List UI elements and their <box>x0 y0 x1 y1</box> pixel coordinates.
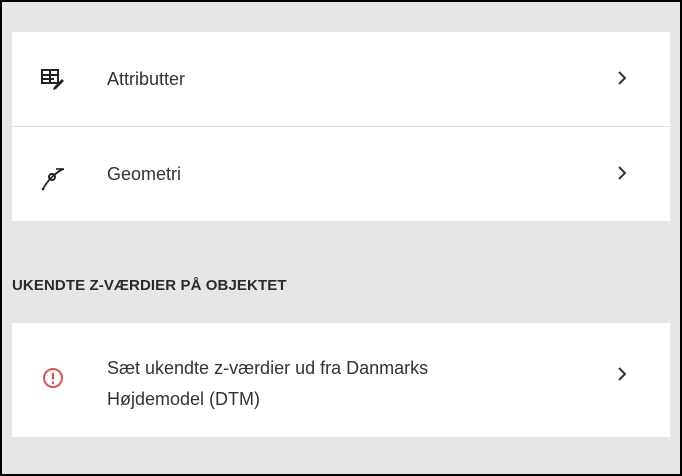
section-heading: UKENDTE Z-VÆRDIER PÅ OBJEKTET <box>12 277 287 294</box>
info-circle-icon <box>42 367 64 389</box>
menu-item-label: Attributter <box>107 69 186 89</box>
action-label-line-2: Højdemodel (DTM) <box>107 389 261 409</box>
table-edit-icon <box>40 67 66 93</box>
curve-edit-icon <box>40 165 66 191</box>
menu-item-label: Geometri <box>107 164 182 184</box>
edit-object-panel: Attributter Geometri UKENDTE Z-VÆRDIER P… <box>0 0 682 476</box>
chevron-right-icon <box>615 70 629 86</box>
menu-item-geometri[interactable]: Geometri <box>12 127 670 221</box>
object-menu-card: Attributter Geometri <box>12 32 670 221</box>
action-label: Sæt ukendte z-værdier ud fra Danmarks Hø… <box>107 353 587 415</box>
action-label-line-1: Sæt ukendte z-værdier ud fra Danmarks <box>107 358 429 378</box>
unknown-z-card: Sæt ukendte z-værdier ud fra Danmarks Hø… <box>12 323 670 437</box>
chevron-right-icon <box>615 366 629 382</box>
set-z-from-dtm-button[interactable]: Sæt ukendte z-værdier ud fra Danmarks Hø… <box>12 323 670 437</box>
menu-item-attributter[interactable]: Attributter <box>12 32 670 127</box>
chevron-right-icon <box>615 165 629 181</box>
